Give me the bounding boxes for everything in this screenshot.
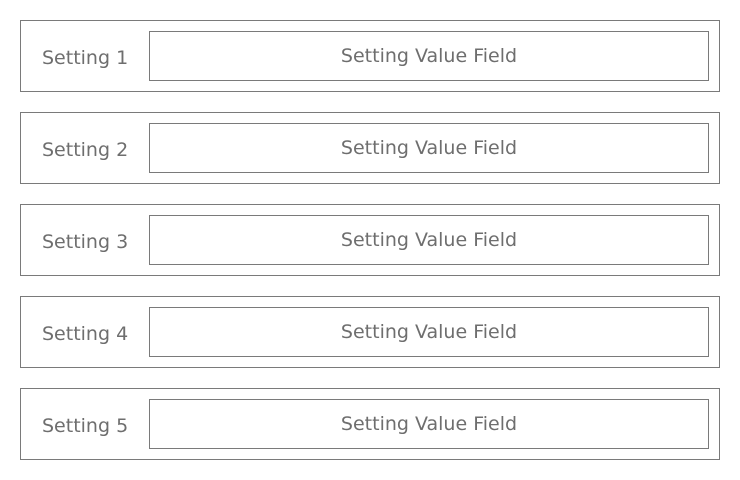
setting-row-5: Setting 5 Setting Value Field: [20, 388, 720, 460]
setting-row-3: Setting 3 Setting Value Field: [20, 204, 720, 276]
setting-row-1: Setting 1 Setting Value Field: [20, 20, 720, 92]
settings-list: Setting 1 Setting Value Field Setting 2 …: [20, 20, 720, 480]
setting-label-5: Setting 5: [42, 415, 129, 437]
setting-label-4: Setting 4: [42, 323, 129, 345]
setting-row-2: Setting 2 Setting Value Field: [20, 112, 720, 184]
setting-value-field-1[interactable]: Setting Value Field: [149, 31, 709, 81]
setting-label-2: Setting 2: [42, 139, 129, 161]
setting-label-1: Setting 1: [42, 47, 129, 69]
setting-value-field-2[interactable]: Setting Value Field: [149, 123, 709, 173]
setting-value-field-5[interactable]: Setting Value Field: [149, 399, 709, 449]
setting-value-field-3[interactable]: Setting Value Field: [149, 215, 709, 265]
setting-value-field-4[interactable]: Setting Value Field: [149, 307, 709, 357]
setting-label-3: Setting 3: [42, 231, 129, 253]
setting-row-4: Setting 4 Setting Value Field: [20, 296, 720, 368]
